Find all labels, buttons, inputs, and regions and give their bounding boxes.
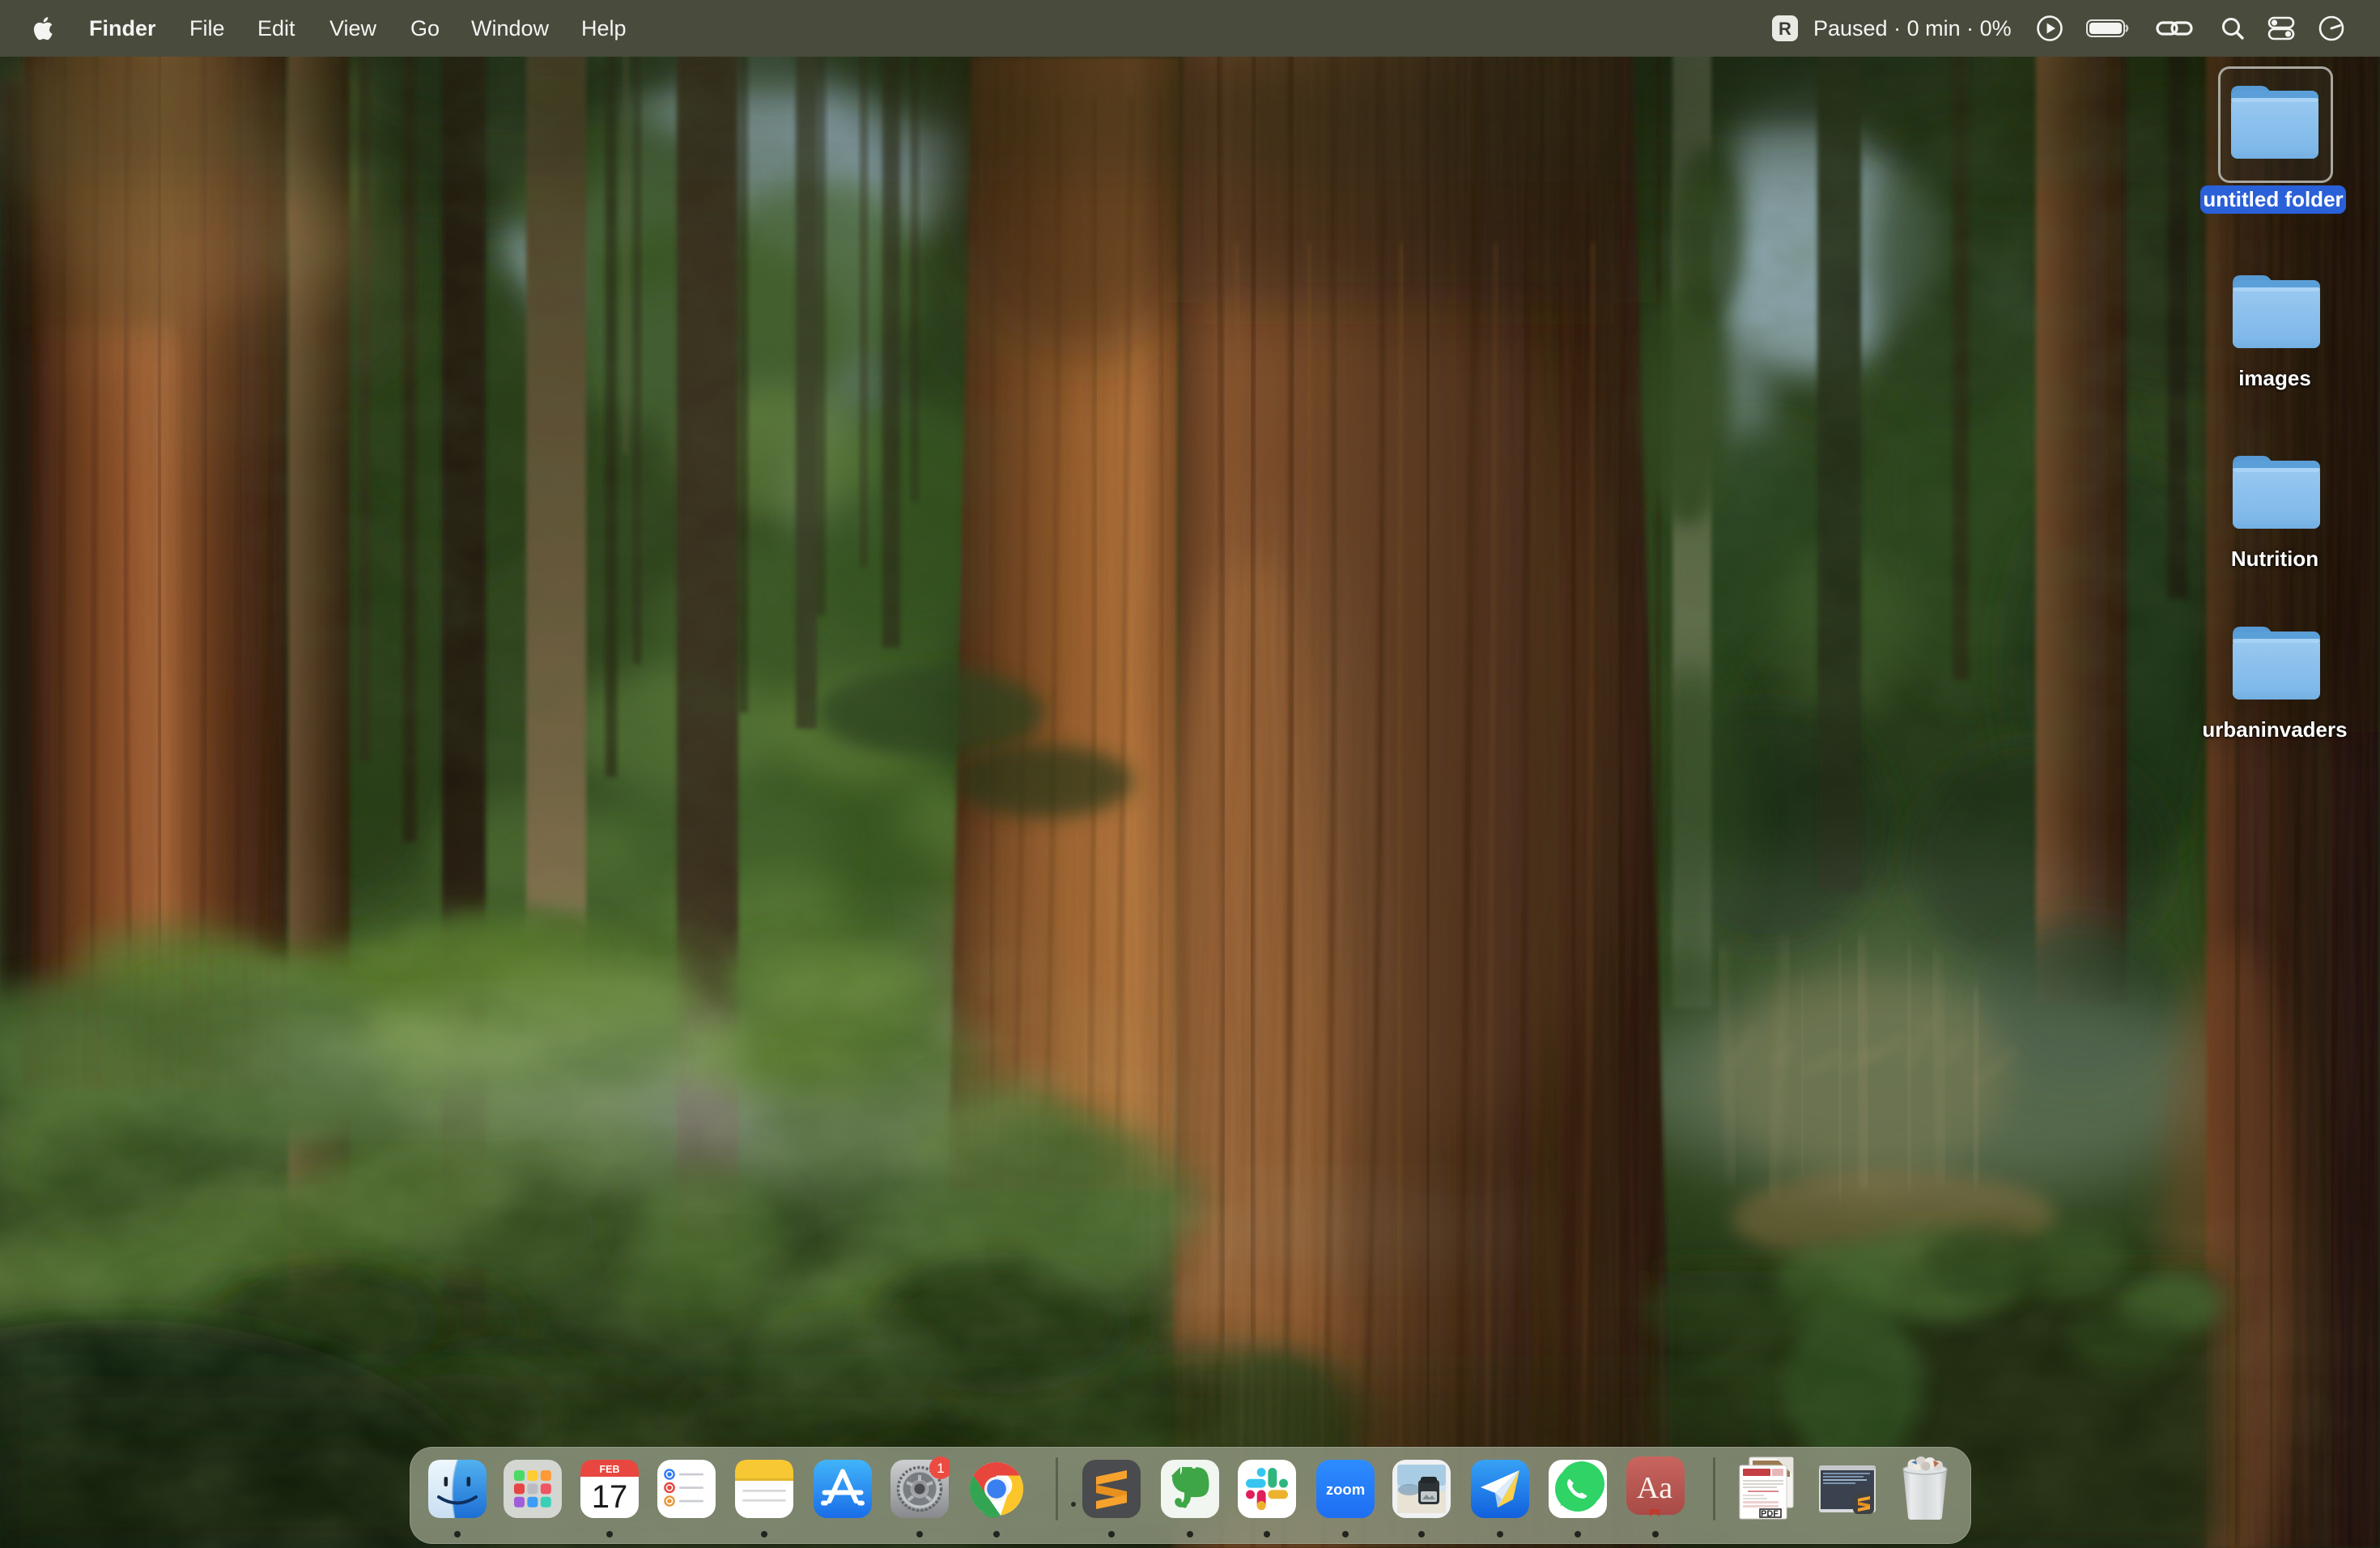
svg-text:zoom: zoom [1326,1481,1365,1498]
svg-text:Aa: Aa [1637,1471,1672,1505]
svg-text:R: R [1779,19,1791,39]
svg-text:FEB: FEB [600,1464,620,1475]
svg-text:17: 17 [592,1479,628,1515]
svg-text:1: 1 [937,1461,944,1476]
